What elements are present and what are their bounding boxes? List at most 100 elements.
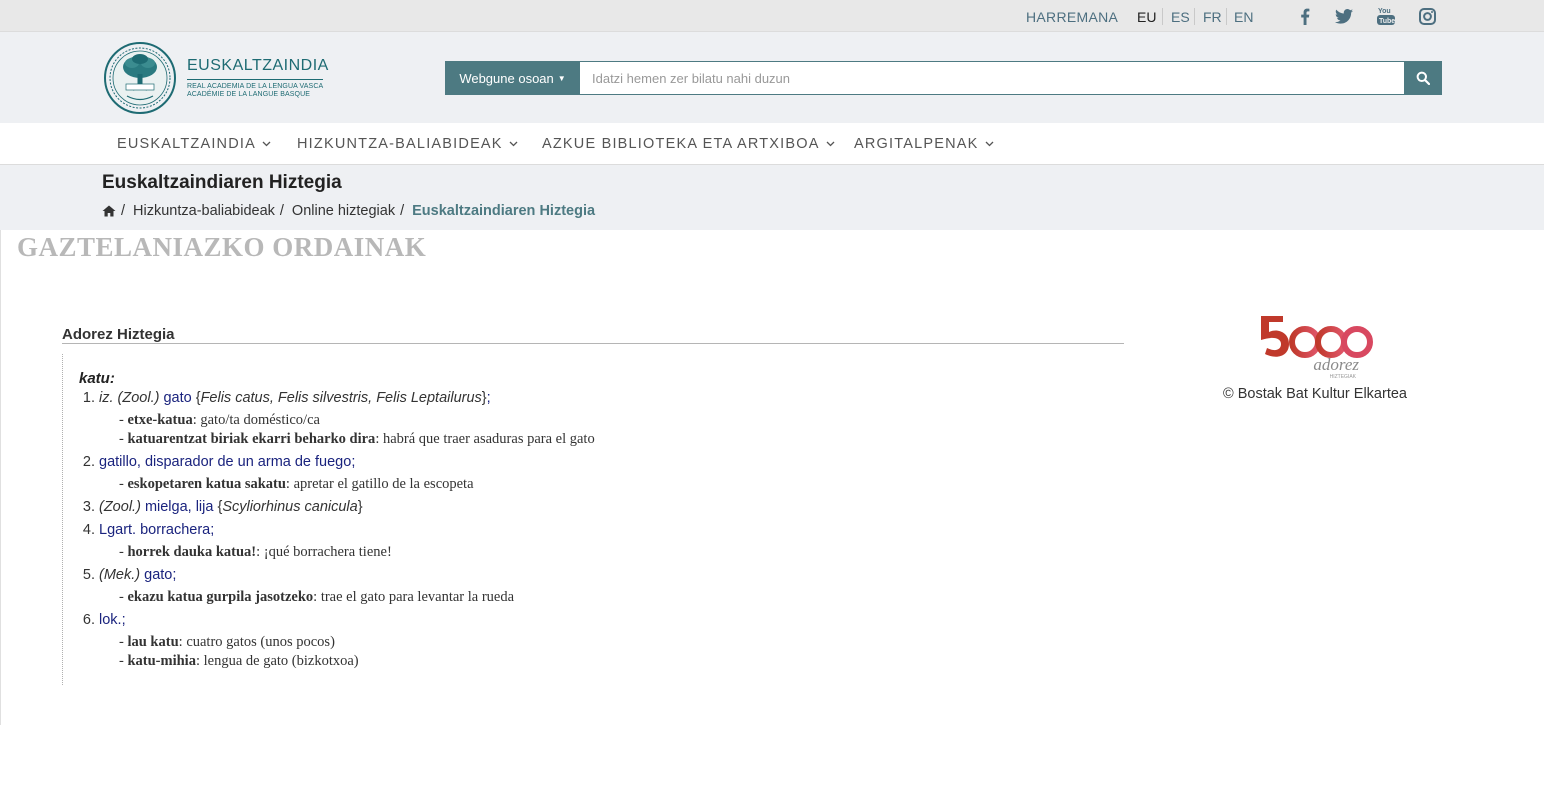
sense-gloss: gatillo, disparador de un arma de fuego (99, 454, 352, 470)
nav-item-label: AZKUE BIBLIOTEKA ETA ARTXIBOA (542, 136, 820, 152)
lang-en[interactable]: EN (1234, 9, 1253, 25)
nav-item-label: EUSKALTZAINDIA (117, 136, 257, 152)
usage-example: - katu-mihia: lengua de gato (bizkotxoa) (119, 653, 359, 669)
sense-item: 2. gatillo, disparador de un arma de fueg… (79, 453, 1062, 494)
search-input[interactable] (580, 61, 1404, 95)
breadcrumb-separator: / (400, 203, 405, 219)
example-spanish: lengua de gato (bizkotxoa) (203, 653, 359, 669)
sense-line: 4. Lgart. borrachera; (79, 521, 1062, 540)
sense-number: 2. (82, 454, 95, 470)
adorez-5000-logo[interactable]: adorez HIZTEGIAK (1253, 310, 1377, 380)
nav-hizkuntza-baliabideak[interactable]: HIZKUNTZA-BALIABIDEAK (297, 136, 518, 152)
sense-line: 3. (Zool.) mielga, lija {Scyliorhinus can… (79, 498, 1062, 517)
usage-example: - horrek dauka katua!: ¡qué borrachera t… (119, 544, 392, 560)
example-spanish: cuatro gatos (unos pocos) (186, 634, 335, 650)
breadcrumb-separator: / (121, 203, 126, 219)
lang-fr[interactable]: FR (1203, 9, 1222, 25)
search-bar: Webgune osoan ▼ (445, 61, 1442, 95)
breadcrumb: / Hizkuntza-baliabideak / Online hiztegi… (102, 203, 595, 219)
sponsor-caption: © Bostak Bat Kultur Elkartea (1223, 386, 1407, 402)
sense-number: 4. (82, 522, 95, 538)
sense-number: 6. (82, 612, 95, 628)
headword: katu: (79, 370, 115, 387)
scientific-name: {Scyliorhinus canicula} (213, 499, 363, 515)
lang-eu[interactable]: EU (1137, 9, 1156, 25)
dictionary-entry: katu: 1. iz. (Zool.) gato {Felis catus, F… (62, 354, 1062, 685)
sense-number: 5. (82, 567, 95, 583)
site-logo[interactable]: EUSKALTZAINDIA REAL ACADEMIA DE LA LENGU… (103, 41, 329, 115)
breadcrumb-item[interactable]: Online hiztegiak (292, 203, 395, 219)
sense-item: 1. iz. (Zool.) gato {Felis catus, Felis s… (79, 389, 1062, 449)
example-basque: etxe-katua (127, 412, 193, 428)
logo-divider (187, 78, 323, 80)
chevron-down-icon (826, 141, 835, 147)
twitter-icon[interactable] (1334, 6, 1354, 26)
example-basque: ekazu katua gurpila jasotzeko (127, 589, 314, 605)
main-content: GAZTELANIAZKO ORDAINAK Adorez Hiztegia k… (0, 230, 1544, 725)
nav-item-label: HIZKUNTZA-BALIABIDEAK (297, 136, 503, 152)
usage-example: - katuarentzat biriak ekarri beharko dir… (119, 431, 595, 447)
sense-end: ; (172, 567, 177, 583)
example-basque: lau katu (127, 634, 179, 650)
section-heading: GAZTELANIAZKO ORDAINAK (17, 232, 427, 262)
home-icon[interactable] (102, 205, 116, 217)
lang-separator (1194, 8, 1195, 25)
search-scope-dropdown[interactable]: Webgune osoan ▼ (445, 61, 580, 95)
sense-gloss: Lgart. borrachera (99, 522, 211, 538)
breadcrumb-separator: / (279, 203, 284, 219)
svg-text:HIZTEGIAK: HIZTEGIAK (1330, 374, 1357, 380)
lang-es[interactable]: ES (1171, 9, 1190, 25)
chevron-down-icon (985, 141, 993, 147)
dictionary-title: Adorez Hiztegia (62, 326, 175, 343)
search-button[interactable] (1404, 61, 1442, 95)
example-spanish: habrá que traer asaduras para el gato (382, 431, 595, 447)
logo-subtitle-fr: ACADÉMIE DE LA LANGUE BASQUE (187, 91, 311, 98)
svg-text:Tube: Tube (1379, 18, 1395, 25)
caret-down-icon: ▼ (557, 73, 566, 83)
lang-separator (1226, 8, 1227, 25)
sense-gloss: gato (144, 567, 173, 583)
lang-separator (1162, 8, 1163, 25)
search-scope-label: Webgune osoan (459, 70, 554, 86)
sense-note: (Mek.) (99, 567, 141, 583)
example-basque: katuarentzat biriak ekarri beharko dira (127, 431, 376, 447)
sense-end: ; (210, 522, 215, 538)
example-basque: eskopetaren katua sakatu (127, 476, 286, 492)
contact-link[interactable]: HARREMANA (1026, 9, 1118, 25)
sense-line: 2. gatillo, disparador de un arma de fueg… (79, 453, 1062, 472)
breadcrumb-item[interactable]: Hizkuntza-baliabideak (133, 203, 275, 219)
usage-example: - ekazu katua gurpila jasotzeko: trae el… (119, 589, 515, 605)
facebook-icon[interactable] (1295, 6, 1315, 26)
youtube-icon[interactable]: You Tube (1376, 6, 1396, 26)
sense-end: ; (486, 390, 491, 406)
chevron-down-icon (509, 141, 518, 147)
sense-gloss: gato (163, 390, 192, 406)
nav-euskaltzaindia[interactable]: EUSKALTZAINDIA (117, 136, 271, 152)
nav-argitalpenak[interactable]: ARGITALPENAK (854, 136, 994, 152)
main-navigation: EUSKALTZAINDIA HIZKUNTZA-BALIABIDEAK AZK… (0, 123, 1544, 165)
sense-item: 3. (Zool.) mielga, lija {Scyliorhinus can… (79, 498, 1062, 517)
sponsor-block: adorez HIZTEGIAK © Bostak Bat Kultur Elk… (1209, 310, 1421, 402)
usage-example: - eskopetaren katua sakatu: apretar el g… (119, 476, 474, 492)
instagram-icon[interactable] (1417, 6, 1437, 26)
dictionary-divider (62, 343, 1124, 344)
sense-end: ; (351, 454, 356, 470)
site-header: EUSKALTZAINDIA REAL ACADEMIA DE LA LENGU… (0, 32, 1544, 123)
logo-subtitle-es: REAL ACADEMIA DE LA LENGUA VASCA (187, 82, 324, 90)
example-spanish: trae el gato para levantar la rueda (320, 589, 515, 605)
sense-number: 3. (82, 499, 95, 515)
sense-note: (Zool.) (99, 499, 141, 515)
breadcrumb-current: Euskaltzaindiaren Hiztegia (412, 203, 596, 219)
nav-item-label: ARGITALPENAK (854, 136, 979, 152)
sense-list: 1. iz. (Zool.) gato {Felis catus, Felis s… (79, 389, 1062, 671)
chevron-down-icon (262, 141, 271, 147)
example-spanish: apretar el gatillo de la escopeta (293, 476, 474, 492)
nav-azkue-biblioteka[interactable]: AZKUE BIBLIOTEKA ETA ARTXIBOA (542, 136, 835, 152)
sense-line: 1. iz. (Zool.) gato {Felis catus, Felis s… (79, 389, 1062, 408)
sense-end: ; (121, 612, 126, 628)
example-basque: horrek dauka katua! (127, 544, 257, 560)
top-bar: HARREMANA EU ES FR EN You Tube (0, 0, 1544, 32)
sense-line: 6. lok.; (79, 611, 1062, 630)
sense-line: 5. (Mek.) gato; (79, 566, 1062, 585)
sense-item: 4. Lgart. borrachera; - horrek dauka katua… (79, 521, 1062, 562)
